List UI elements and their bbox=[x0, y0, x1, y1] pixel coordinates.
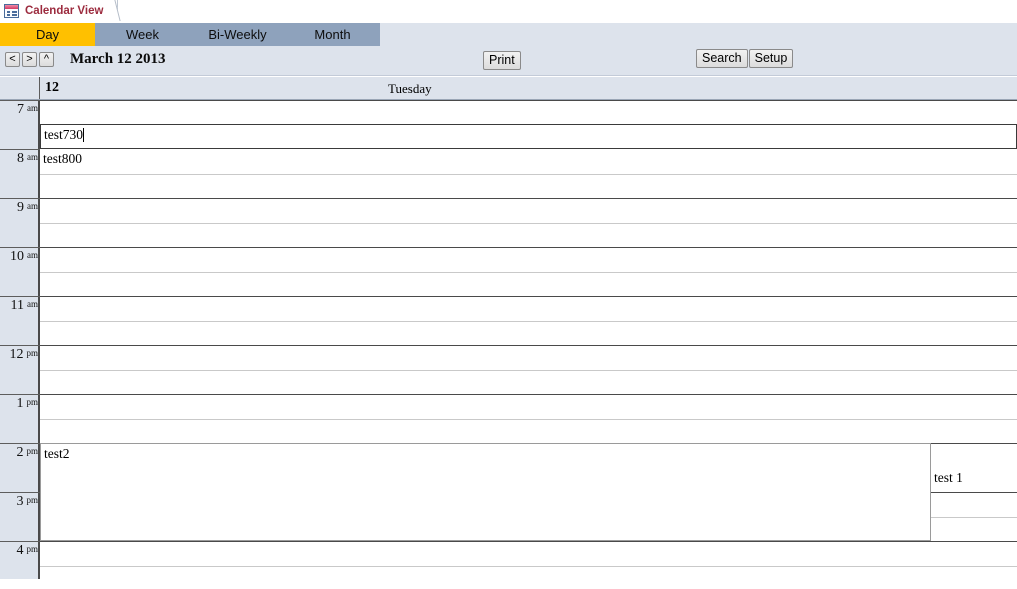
appointment-entry[interactable]: test 1 bbox=[931, 468, 1017, 492]
half-hour-divider[interactable] bbox=[40, 223, 1017, 224]
day-number: 12 bbox=[45, 80, 59, 95]
hour-meridiem: pm bbox=[26, 446, 38, 456]
hour-meridiem: am bbox=[27, 250, 38, 260]
document-tab-calendar-view[interactable]: Calendar View bbox=[0, 0, 119, 21]
appointment-text: test 1 bbox=[934, 470, 963, 485]
hour-number: 2 bbox=[16, 445, 24, 460]
hour-number: 9 bbox=[17, 200, 24, 215]
hour-number: 3 bbox=[16, 494, 24, 509]
hour-meridiem: pm bbox=[26, 348, 38, 358]
hour-label-3pm: 3 pm bbox=[0, 492, 40, 541]
time-slot-area[interactable]: test730 test800 test2 test 1 bbox=[40, 100, 1017, 579]
hour-slot-4pm[interactable] bbox=[40, 541, 1017, 579]
hour-label-column: 7 am 8 am 9 am 10 am 11 am 12 pm 1 pm 2 pm 3 pm 4 pm bbox=[0, 100, 40, 579]
date-navigation-bar: < > ^ March 12 2013 Print bbox=[0, 46, 1017, 76]
search-button[interactable]: Search bbox=[696, 49, 748, 68]
tab-day-label: Day bbox=[35, 27, 60, 42]
tab-day[interactable]: Day bbox=[0, 23, 95, 46]
day-name: Tuesday bbox=[388, 81, 432, 96]
hour-number: 1 bbox=[16, 396, 24, 411]
appointment-entry[interactable]: test730 bbox=[40, 124, 1017, 149]
tab-month-label: Month bbox=[314, 27, 351, 42]
hour-slot-9am[interactable] bbox=[40, 198, 1017, 247]
day-header-gutter bbox=[0, 77, 40, 99]
hour-meridiem: am bbox=[27, 201, 38, 211]
document-tab-strip: Calendar View bbox=[0, 0, 1017, 23]
hour-number: 8 bbox=[17, 151, 24, 166]
appointment-entry[interactable]: test2 bbox=[40, 443, 931, 541]
next-day-button[interactable]: > bbox=[22, 52, 37, 67]
appointment-text: test800 bbox=[43, 151, 82, 166]
date-nav-button-group: < > ^ bbox=[5, 52, 54, 67]
hour-meridiem: am bbox=[27, 299, 38, 309]
hour-label-4pm: 4 pm bbox=[0, 541, 40, 579]
half-hour-divider[interactable] bbox=[40, 321, 1017, 322]
hour-number: 7 bbox=[17, 102, 24, 117]
hour-meridiem: pm bbox=[26, 544, 38, 554]
text-cursor bbox=[83, 128, 84, 142]
previous-day-button[interactable]: < bbox=[5, 52, 20, 67]
hour-label-9am: 9 am bbox=[0, 198, 40, 247]
hour-slot-12pm[interactable] bbox=[40, 345, 1017, 394]
hour-meridiem: pm bbox=[26, 495, 38, 505]
tab-week[interactable]: Week bbox=[95, 23, 190, 46]
hour-meridiem: am bbox=[27, 103, 38, 113]
tab-bi-weekly[interactable]: Bi-Weekly bbox=[190, 23, 285, 46]
hour-number: 4 bbox=[16, 543, 24, 558]
hour-number: 12 bbox=[9, 347, 24, 362]
hour-slot-10am[interactable] bbox=[40, 247, 1017, 296]
day-time-grid: 7 am 8 am 9 am 10 am 11 am 12 pm 1 pm 2 pm 3 pm 4 pm test73… bbox=[0, 100, 1017, 579]
toolbar-button-group: Search Setup bbox=[696, 49, 794, 68]
hour-number: 10 bbox=[10, 249, 24, 264]
up-level-button[interactable]: ^ bbox=[39, 52, 54, 67]
half-hour-divider[interactable] bbox=[40, 370, 1017, 371]
hour-number: 11 bbox=[10, 298, 24, 313]
hour-meridiem: pm bbox=[26, 397, 38, 407]
current-date-title: March 12 2013 bbox=[70, 51, 166, 67]
setup-button[interactable]: Setup bbox=[748, 49, 794, 68]
appointment-text: test2 bbox=[44, 446, 70, 461]
print-button[interactable]: Print bbox=[483, 51, 521, 70]
hour-label-11am: 11 am bbox=[0, 296, 40, 345]
view-mode-tabbar: Day Week Bi-Weekly Month Search Setup bbox=[0, 23, 1017, 68]
hour-meridiem: am bbox=[27, 152, 38, 162]
tab-bi-weekly-label: Bi-Weekly bbox=[208, 27, 267, 42]
tabbar-filler bbox=[380, 23, 1017, 46]
hour-label-2pm: 2 pm bbox=[0, 443, 40, 492]
tab-month[interactable]: Month bbox=[285, 23, 380, 46]
hour-label-10am: 10 am bbox=[0, 247, 40, 296]
appointment-text: test730 bbox=[44, 127, 83, 142]
half-hour-divider[interactable] bbox=[40, 566, 1017, 567]
document-tab-label: Calendar View bbox=[25, 4, 104, 17]
half-hour-divider[interactable] bbox=[40, 419, 1017, 420]
hour-slot-11am[interactable] bbox=[40, 296, 1017, 345]
half-hour-divider[interactable] bbox=[40, 272, 1017, 273]
half-hour-divider[interactable] bbox=[40, 174, 1017, 175]
hour-label-12pm: 12 pm bbox=[0, 345, 40, 394]
hour-slot-1pm[interactable] bbox=[40, 394, 1017, 443]
day-column-header: 12 Tuesday bbox=[0, 76, 1017, 100]
hour-label-7am: 7 am bbox=[0, 100, 40, 149]
hour-label-8am: 8 am bbox=[0, 149, 40, 198]
appointment-entry[interactable]: test800 bbox=[40, 149, 1017, 173]
form-datasheet-icon bbox=[4, 3, 19, 18]
hour-label-1pm: 1 pm bbox=[0, 394, 40, 443]
tab-week-label: Week bbox=[126, 27, 159, 42]
